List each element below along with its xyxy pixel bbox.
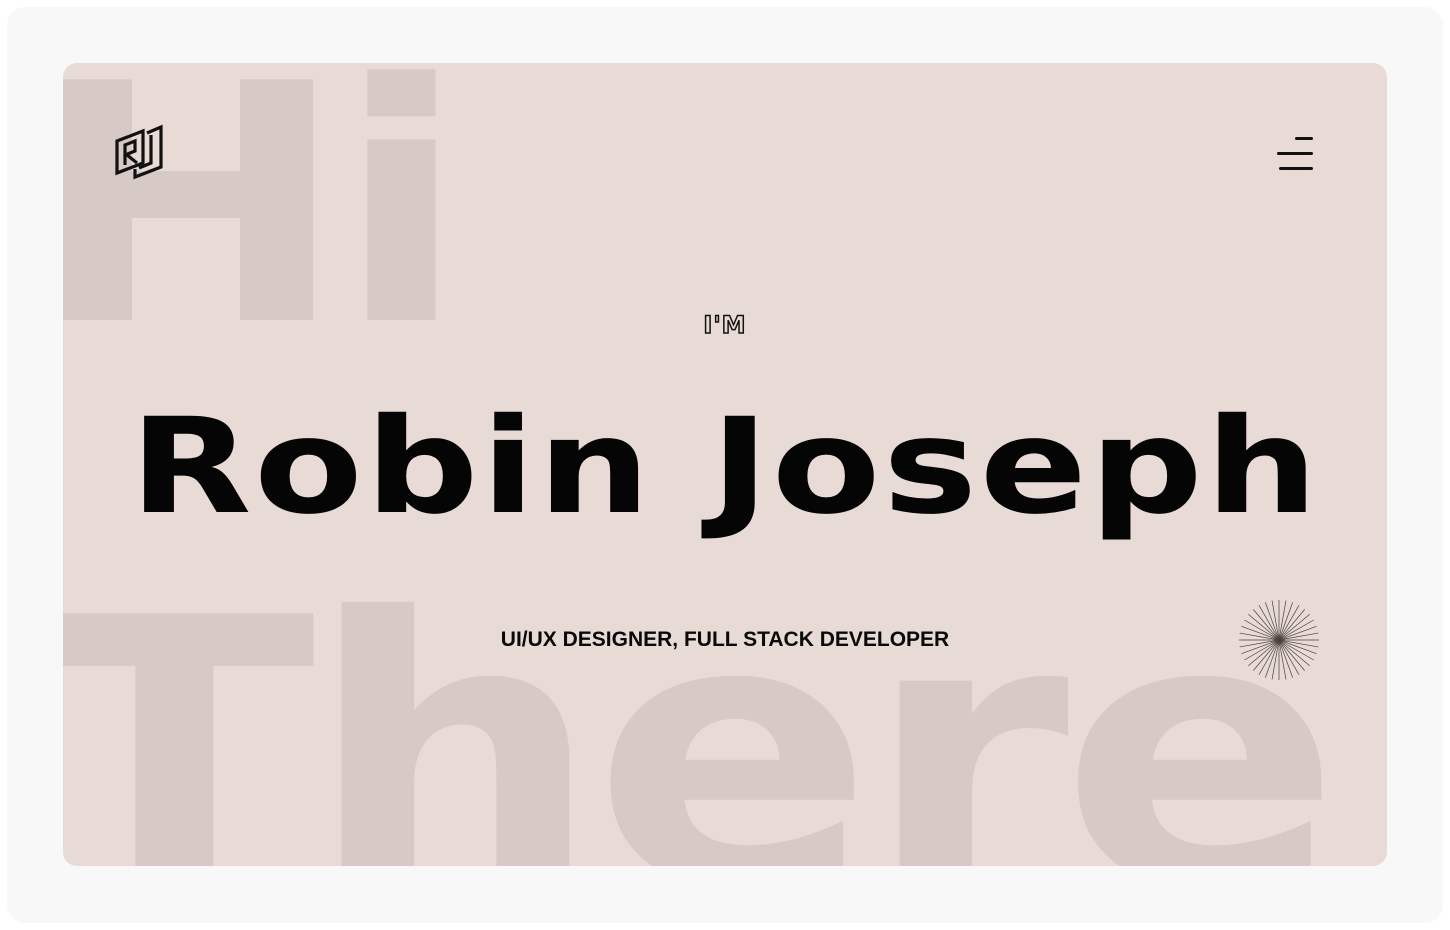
menu-line-top <box>1295 137 1313 140</box>
intro-text: I'M <box>703 310 747 340</box>
hero-card: Hi There I'M Robin Joseph UI/UX DESIGNER… <box>63 63 1387 866</box>
menu-line-bottom <box>1279 167 1313 170</box>
background-word-there: There <box>63 541 1341 866</box>
menu-line-middle <box>1277 152 1313 155</box>
rj-monogram-logo[interactable] <box>113 123 165 183</box>
starburst-icon <box>1239 600 1319 680</box>
hamburger-menu-icon[interactable] <box>1273 133 1317 173</box>
hero-name: Robin Joseph <box>129 390 1321 544</box>
role-subtitle: UI/UX DESIGNER, FULL STACK DEVELOPER <box>500 628 950 651</box>
